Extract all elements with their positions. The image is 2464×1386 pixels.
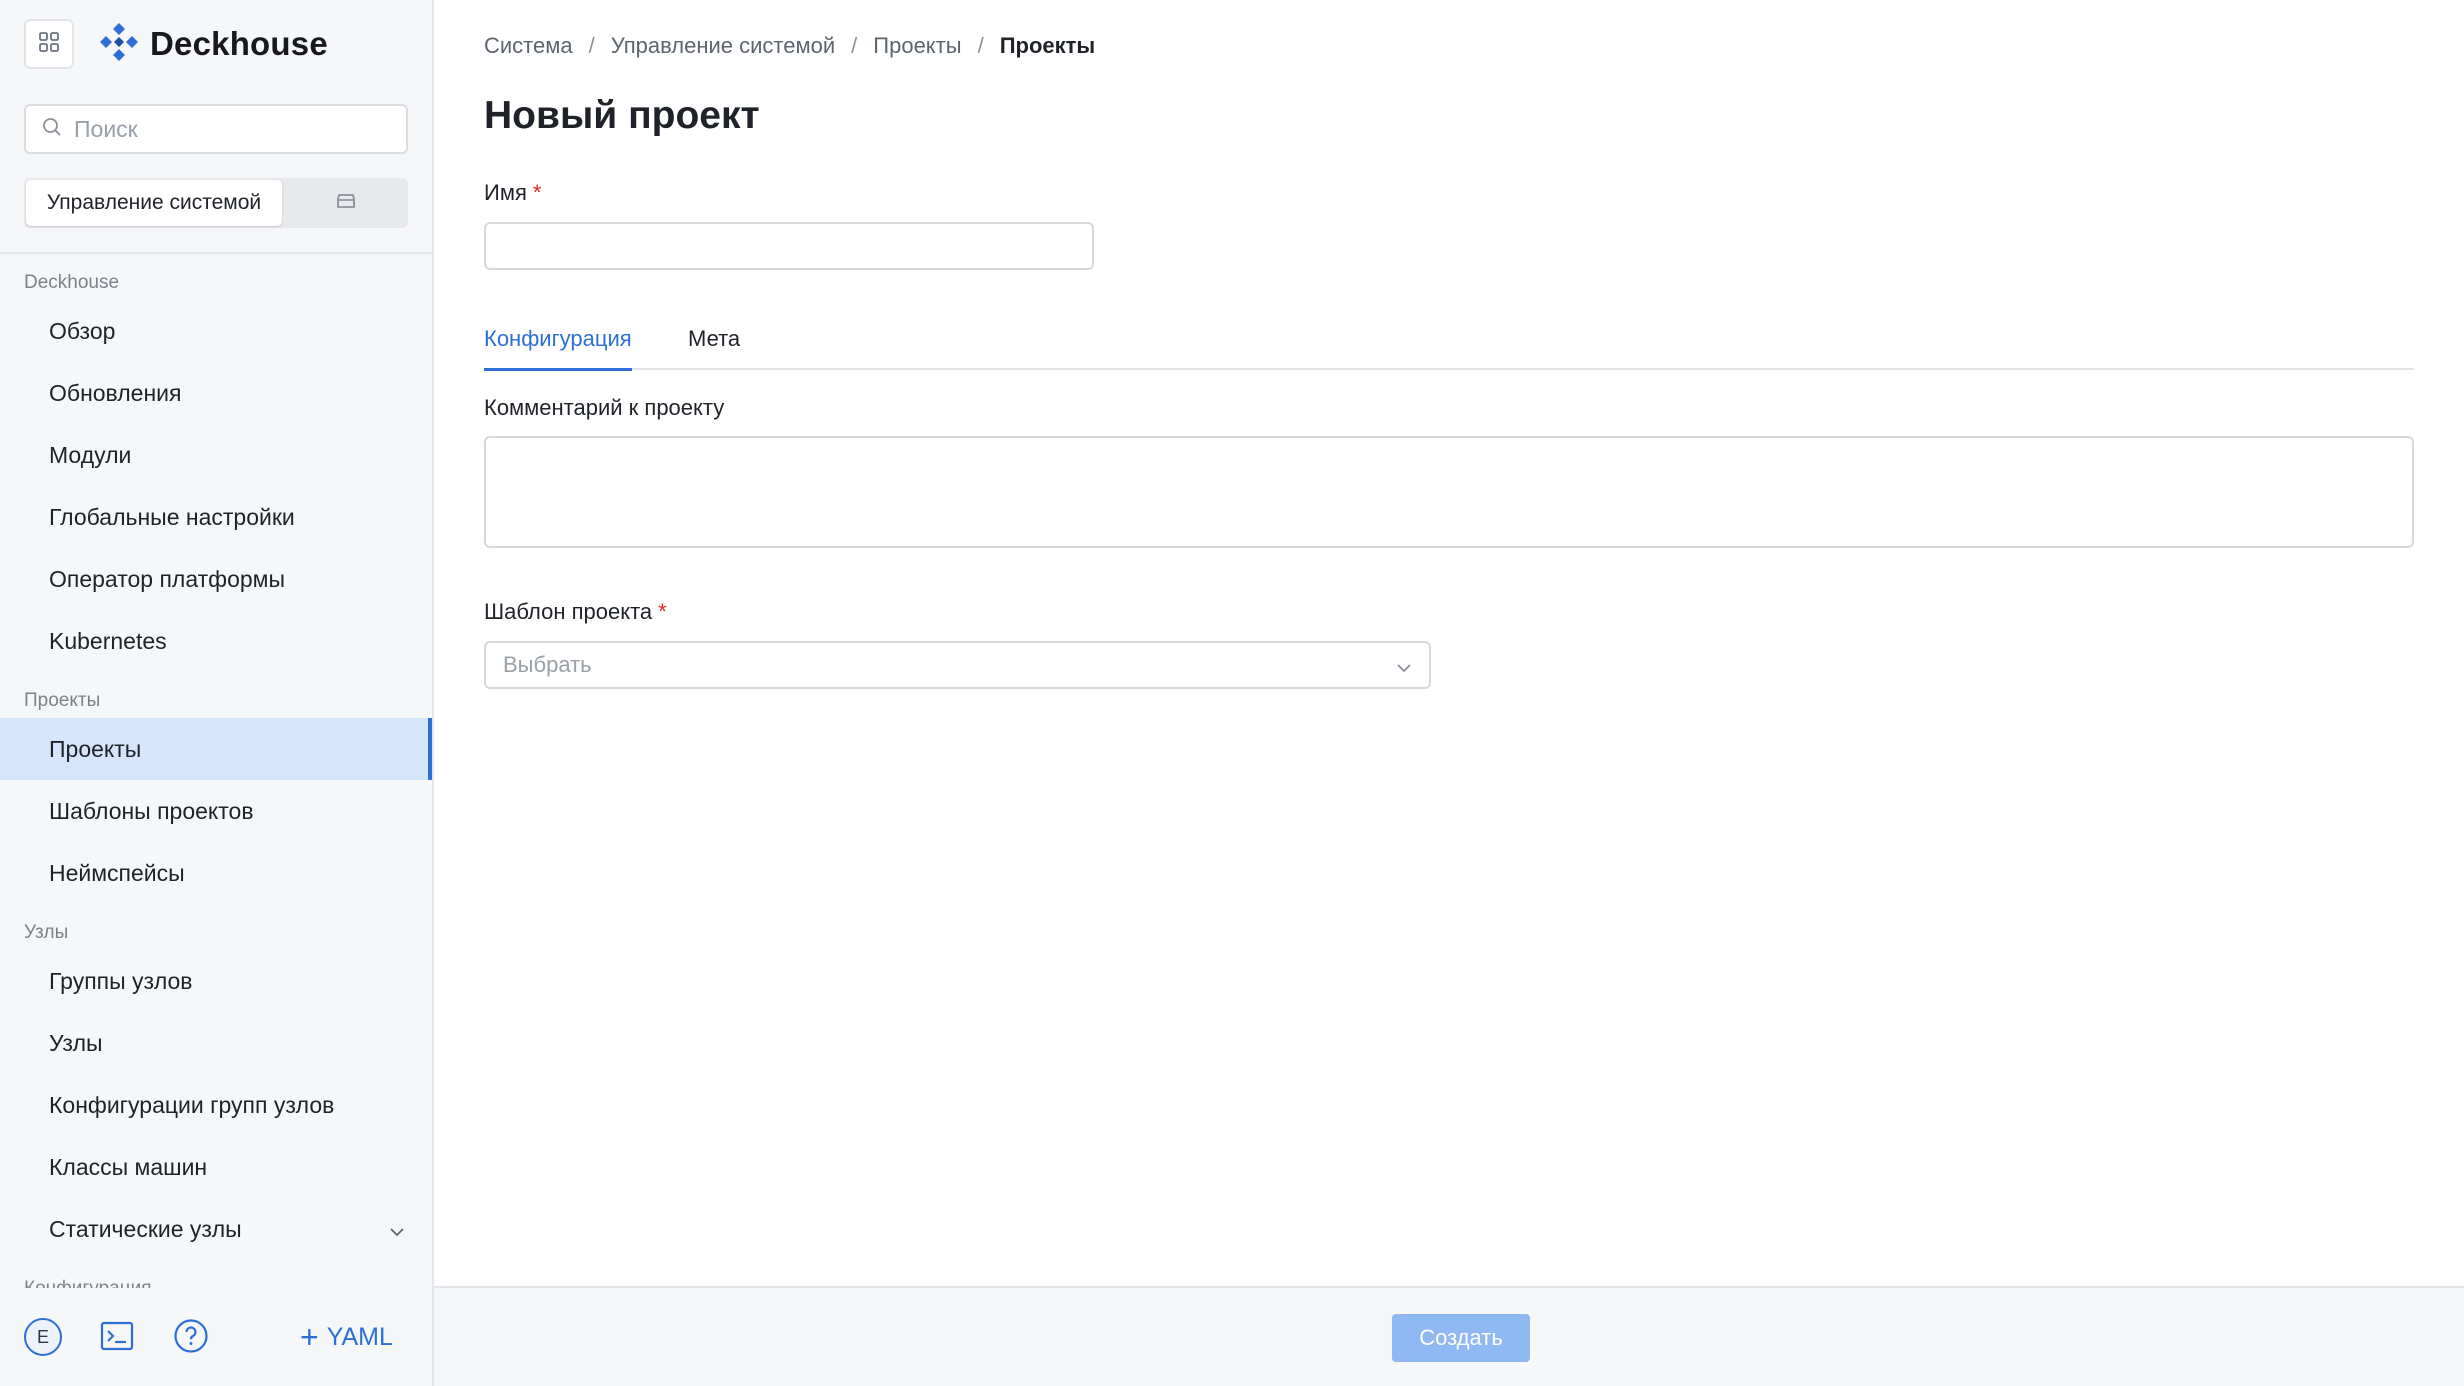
search-box[interactable] bbox=[24, 104, 408, 154]
template-select[interactable]: Выбрать bbox=[484, 641, 1431, 689]
breadcrumb-separator: / bbox=[588, 33, 595, 58]
tabs: Конфигурация Мета bbox=[484, 322, 2414, 371]
nav-group-deckhouse: Deckhouse bbox=[24, 272, 120, 293]
sidebar-item-namespaces[interactable]: Неймспейсы bbox=[0, 842, 432, 904]
search-input[interactable] bbox=[74, 115, 374, 143]
sidebar-item-static-nodes-label: Статические узлы bbox=[49, 1215, 242, 1242]
comment-textarea[interactable] bbox=[484, 436, 2414, 548]
box-icon bbox=[336, 193, 356, 214]
sidebar-item-global-settings[interactable]: Глобальные настройки bbox=[0, 486, 432, 548]
sidebar-item-project-templates[interactable]: Шаблоны проектов bbox=[0, 780, 432, 842]
name-label: Имя * bbox=[484, 180, 541, 206]
logo-text: Deckhouse bbox=[150, 25, 328, 62]
page-title: Новый проект bbox=[484, 94, 760, 137]
deckhouse-logo[interactable]: Deckhouse bbox=[98, 21, 328, 68]
sidebar-item-static-nodes[interactable]: Статические узлы bbox=[0, 1198, 432, 1260]
nav-group-configuration: Конфигурация bbox=[0, 1260, 432, 1288]
yaml-label: YAML bbox=[326, 1322, 393, 1351]
chevron-down-icon bbox=[388, 1220, 406, 1247]
sidebar-item-machine-classes[interactable]: Классы машин bbox=[0, 1136, 432, 1198]
required-mark: * bbox=[658, 599, 667, 624]
avatar[interactable]: E bbox=[24, 1318, 62, 1356]
segment-projects[interactable] bbox=[284, 178, 408, 228]
apps-menu-button[interactable] bbox=[24, 19, 74, 69]
sidebar-item-kubernetes[interactable]: Kubernetes bbox=[0, 610, 432, 672]
required-mark: * bbox=[532, 180, 542, 205]
sidebar-item-nodes[interactable]: Узлы bbox=[0, 1012, 432, 1074]
nav-group-projects: Проекты bbox=[24, 690, 101, 711]
template-label-text: Шаблон проекта bbox=[484, 599, 653, 624]
sidebar-item-overview[interactable]: Обзор bbox=[0, 300, 432, 362]
breadcrumb-system[interactable]: Система bbox=[484, 33, 573, 59]
search-icon bbox=[42, 117, 62, 142]
template-select-placeholder: Выбрать bbox=[503, 652, 592, 677]
sidebar-item-projects[interactable]: Проекты bbox=[0, 718, 432, 780]
breadcrumb-projects[interactable]: Проекты bbox=[873, 33, 961, 59]
yaml-button[interactable]: + YAML bbox=[300, 1316, 393, 1358]
sidebar-nav: Deckhouse Обзор Обновления Модули Глобал… bbox=[0, 254, 432, 1288]
deckhouse-logo-icon bbox=[98, 21, 140, 68]
tab-configuration[interactable]: Конфигурация bbox=[484, 326, 632, 371]
chevron-down-icon bbox=[1395, 657, 1413, 683]
section-switcher: Управление системой bbox=[24, 178, 408, 228]
create-button[interactable]: Создать bbox=[1392, 1314, 1530, 1362]
comment-label: Комментарий к проекту bbox=[484, 395, 725, 420]
sidebar-item-node-groups[interactable]: Группы узлов bbox=[0, 950, 432, 1012]
sidebar-item-modules[interactable]: Модули bbox=[0, 424, 432, 486]
form-footer: Создать bbox=[434, 1286, 2464, 1386]
breadcrumb-separator: / bbox=[977, 33, 984, 58]
tab-meta[interactable]: Мета bbox=[688, 326, 740, 352]
grid-icon bbox=[38, 31, 60, 58]
breadcrumb-separator: / bbox=[851, 33, 858, 58]
main-content: Система / Управление системой / Проекты … bbox=[434, 0, 2464, 1286]
plus-icon: + bbox=[300, 1319, 319, 1355]
breadcrumb: Система / Управление системой / Проекты … bbox=[484, 33, 1095, 59]
sidebar-item-platform-operator[interactable]: Оператор платформы bbox=[0, 548, 432, 610]
sidebar-item-node-group-configurations[interactable]: Конфигурации групп узлов bbox=[0, 1074, 432, 1136]
nav-group-nodes: Узлы bbox=[24, 922, 69, 943]
terminal-icon[interactable] bbox=[100, 1319, 134, 1358]
template-label: Шаблон проекта * bbox=[484, 599, 667, 625]
sidebar: Deckhouse Управление системой Deckhouse … bbox=[0, 0, 434, 1386]
sidebar-footer: E + YAML bbox=[0, 1288, 432, 1386]
breadcrumb-system-management[interactable]: Управление системой bbox=[611, 33, 835, 59]
name-field[interactable] bbox=[484, 222, 1094, 270]
segment-system-management[interactable]: Управление системой bbox=[26, 180, 282, 226]
sidebar-item-updates[interactable]: Обновления bbox=[0, 362, 432, 424]
help-icon[interactable] bbox=[173, 1318, 209, 1359]
name-label-text: Имя bbox=[484, 180, 527, 205]
breadcrumb-current: Проекты bbox=[999, 33, 1096, 58]
sidebar-topbar: Deckhouse bbox=[24, 18, 328, 70]
